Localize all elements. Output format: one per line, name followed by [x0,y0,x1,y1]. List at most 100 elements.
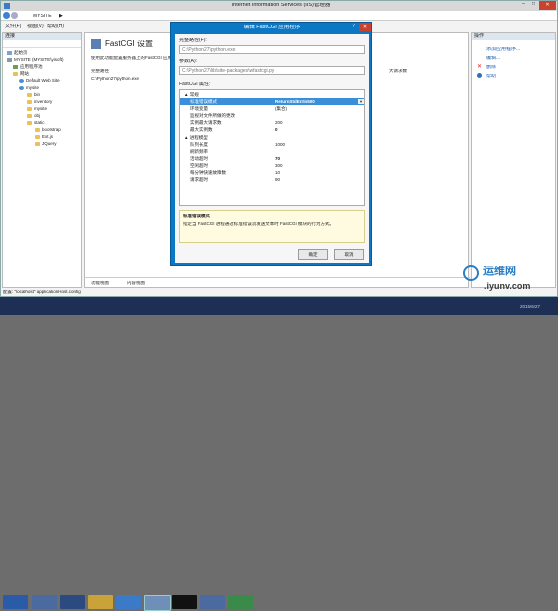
breadcrumb-mysite[interactable]: MYSITE [33,14,52,19]
tree-item-apppools[interactable]: 应用程序池 [13,64,43,70]
description-title: 标准错误模式 [183,214,210,218]
address-bar: MYSITE ▶ [1,11,557,21]
path-field[interactable]: C:\Python27\python.exe [179,45,365,54]
prop-failures-per-minute[interactable]: 每分钟快速故障数 10 [180,169,364,176]
action-edit[interactable]: 编辑... [486,56,500,61]
watermark-url: .iyunv.com [484,282,531,291]
prop-env-vars[interactable]: 环境变量 (集合) [180,105,364,112]
folder-icon [35,134,40,139]
window-title: Internet Information Services (IIS)管理器 [231,3,331,8]
taskbar-app-iis[interactable] [144,595,171,611]
folder-icon [27,99,32,104]
close-button[interactable]: ✕ [539,1,556,10]
back-button[interactable] [3,12,10,19]
tree-item-inventory[interactable]: inventory [27,99,52,105]
globe-icon [19,78,24,83]
args-label: 参数(A): [179,59,198,64]
minimize-button[interactable]: – [519,2,528,10]
menu-help[interactable]: 帮助(H) [47,24,64,29]
dialog-help-button[interactable]: ? [349,24,358,29]
tree-item-extjs[interactable]: Ext.js [35,134,53,140]
group-general[interactable]: ▲ 常规 [180,91,364,98]
tree-item-start[interactable]: 起始页 [7,50,28,56]
start-button[interactable] [3,595,28,609]
window-titlebar: Internet Information Services (IIS)管理器 –… [1,1,557,11]
status-bar: 配置: "localhost" applicationHost.config [3,290,81,294]
prop-idle-timeout[interactable]: 空闲超时 300 [180,162,364,169]
connections-toolbar [3,41,81,48]
taskbar-app-chrome[interactable] [228,595,253,609]
folder-icon [27,120,32,125]
help-icon [477,73,482,78]
tree-item-static[interactable]: static [27,120,45,126]
description-text: 指定当 FastCGI 进程通过标准错误流发送文本时 FastCGI 模块的行为… [183,222,335,226]
tab-content-view[interactable]: 内容视图 [127,281,145,286]
taskbar-app-ie[interactable] [116,595,141,609]
tree-item-bin[interactable]: bin [27,92,40,98]
connections-pane: 连接 起始页 MYSITE (MYSITE\yisoft) 应用程序池 网站 D… [2,32,82,288]
tree-item-default-site[interactable]: Default Web Site [19,78,60,84]
app-icon [4,3,10,9]
col-header-path[interactable]: 完整路径 [91,69,109,74]
path-label: 完整路径(F): [179,38,207,43]
tree-item-sites[interactable]: 网站 [13,71,29,77]
taskbar-app-powershell[interactable] [60,595,85,609]
dialog-title: 编辑 FastCGI 应用程序 [243,25,301,30]
folder-icon [27,113,32,118]
edit-fastcgi-dialog: 编辑 FastCGI 应用程序 ? ✕ 完整路径(F): C:\Python27… [170,22,372,266]
tab-features-view[interactable]: 功能视图 [91,281,109,286]
taskbar-app-editor[interactable] [200,595,225,609]
breadcrumb-arrow-icon[interactable]: ▶ [59,14,63,19]
property-grid: ▲ 常规 标准错误模式 ReturnStdErrIn500 ▾ 环境变量 (集合) 监… [179,89,365,206]
table-row[interactable]: C:\Python27\python.exe [91,77,139,82]
prop-rapid-fail[interactable]: 刷新频率 [180,148,364,155]
connections-title: 连接 [3,33,81,40]
page-description: 使用此功能配置服务器上的FastCGI 应用 [91,56,173,60]
cancel-button[interactable]: 取消 [334,249,364,260]
group-process-model[interactable]: ▲ 进程模型 [180,134,364,141]
taskbar-clock[interactable]: 2015/6/27 [520,305,540,310]
ok-button[interactable]: 确定 [298,249,328,260]
tree-item-mysite[interactable]: mysite [19,85,39,91]
taskbar-app-cmd[interactable] [172,595,197,609]
menu-file[interactable]: 文件(F) [5,24,21,29]
maximize-button[interactable]: □ [529,2,538,10]
fastcgi-icon [91,39,101,49]
action-help[interactable]: 帮助 [486,74,496,79]
prop-activity-timeout[interactable]: 活动超时 70 [180,155,364,162]
folder-icon [27,106,32,111]
globe-icon [19,85,24,90]
folder-icon [35,127,40,132]
args-field[interactable]: C:\Python27\lib\site-packages\wfastcgi.p… [179,66,365,75]
forward-button[interactable] [11,12,18,19]
site-tree: 起始页 MYSITE (MYSITE\yisoft) 应用程序池 网站 Defa… [3,50,81,160]
menu-view[interactable]: 视图(V) [27,24,44,29]
prop-request-timeout[interactable]: 请求超时 90 [180,176,364,183]
action-add-app[interactable]: 添加应用程序... [486,47,520,52]
taskbar-app-server-manager[interactable] [32,595,57,609]
dialog-close-button[interactable]: ✕ [359,23,371,31]
dropdown-arrow-icon[interactable]: ▾ [358,99,364,104]
server-icon [7,57,12,62]
tree-item-jquery[interactable]: JQuery [35,141,57,147]
folder-icon [27,92,32,97]
folder-icon [13,71,18,76]
action-delete[interactable]: 删除 [486,65,496,70]
col-header-max-requests[interactable]: 大请求数 [389,69,407,74]
prop-instance-max-requests[interactable]: 实例最大请求数 200 [180,119,364,126]
description-box: 标准错误模式 指定当 FastCGI 进程通过标准错误流发送文本时 FastCG… [179,210,365,243]
watermark-brand: 运维网 [483,266,516,277]
delete-icon: ✕ [477,64,483,70]
prop-monitor-changes[interactable]: 监视对文件所做的更改 [180,112,364,119]
prop-max-instances[interactable]: 最大实例数 0 [180,126,364,133]
app-pool-icon [13,64,18,69]
taskbar-app-explorer[interactable] [88,595,113,609]
tree-item-mysite-folder[interactable]: mysite [27,106,47,112]
tree-item-obj[interactable]: obj [27,113,40,119]
view-tabs: 功能视图 内容视图 [85,277,470,288]
prop-queue-length[interactable]: 队列长度 1000 [180,141,364,148]
tree-item-bootstrap[interactable]: bootstrap [35,127,61,133]
actions-title: 操作 [472,33,555,40]
tree-item-server[interactable]: MYSITE (MYSITE\yisoft) [7,57,64,63]
prop-stderr-mode[interactable]: 标准错误模式 ReturnStdErrIn500 ▾ [180,98,364,105]
